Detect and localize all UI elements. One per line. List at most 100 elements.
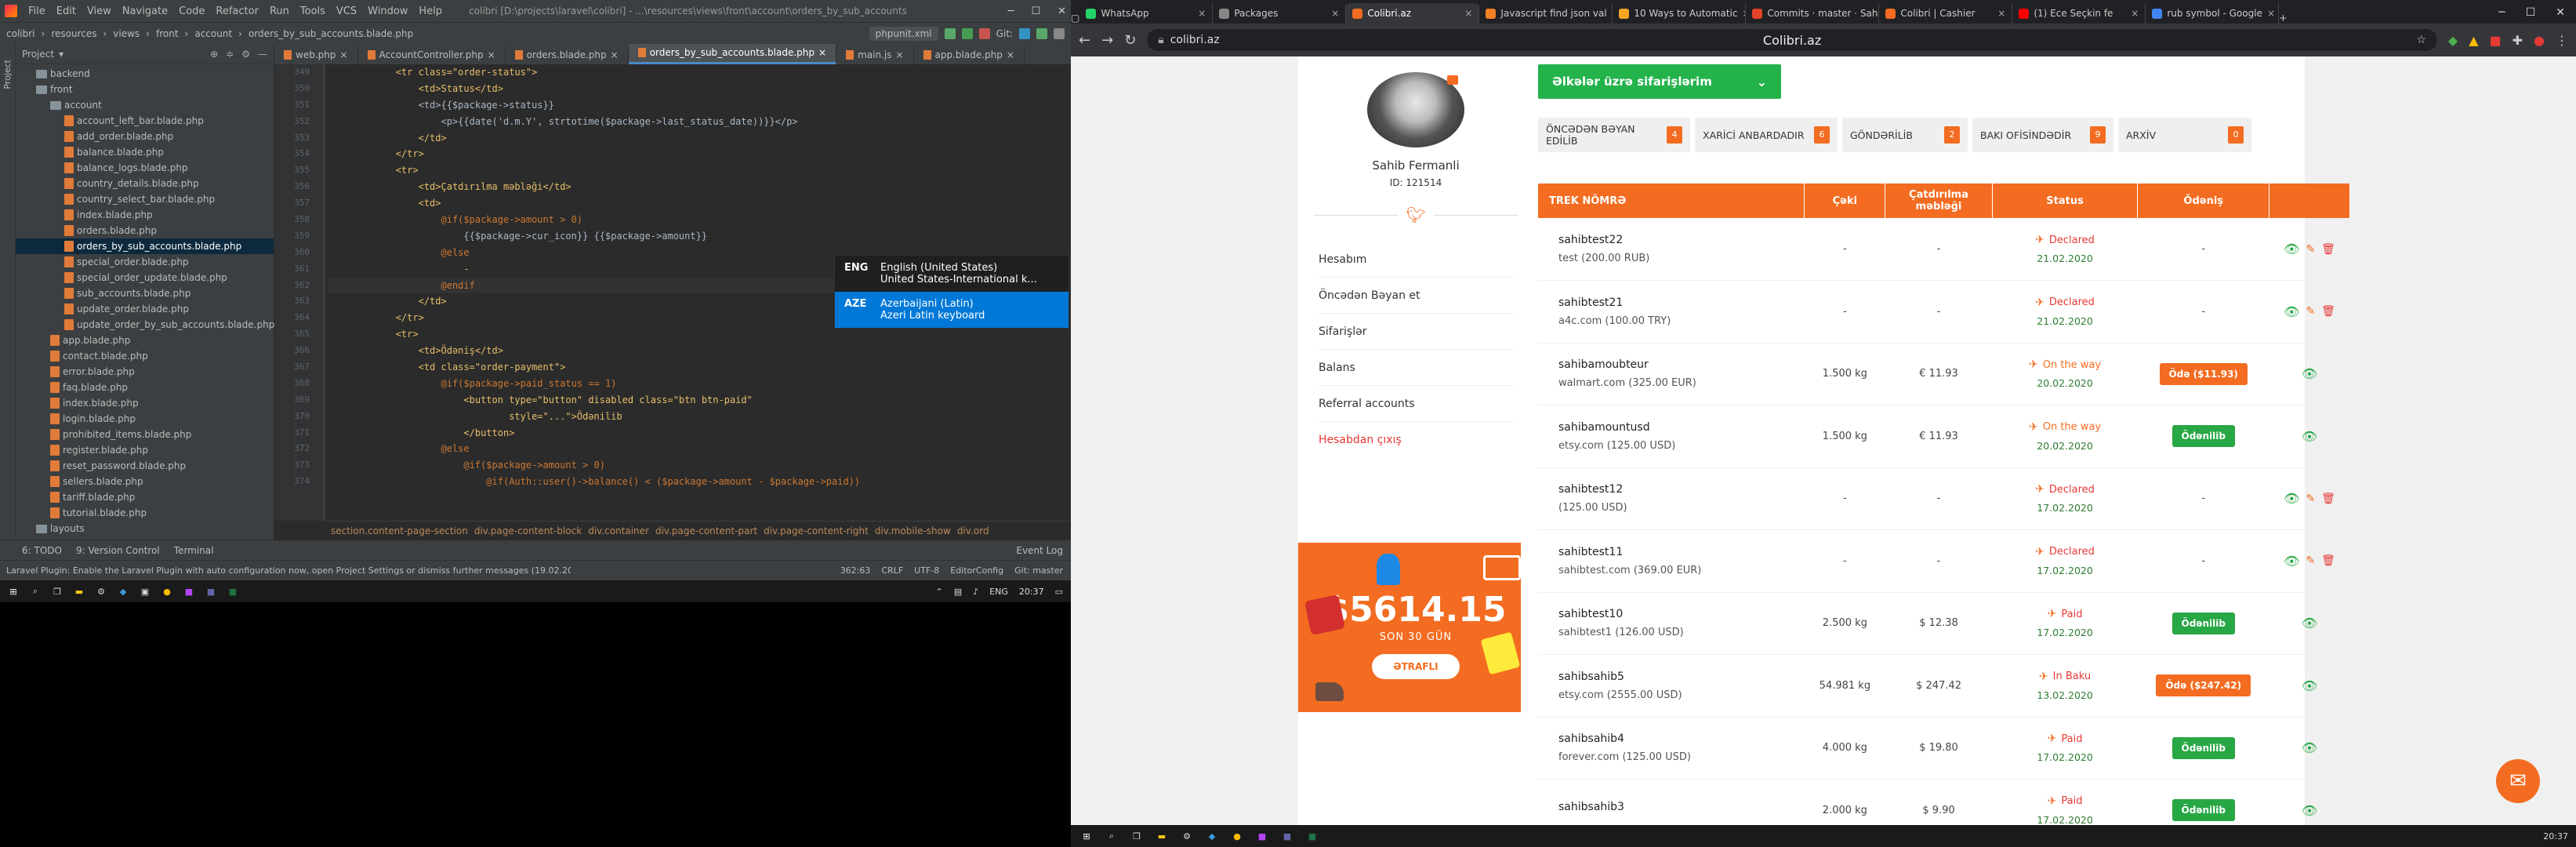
country-orders-dropdown[interactable]: Əlkələr üzrə sifarişlərim ⌄: [1538, 64, 1781, 99]
code-line[interactable]: <p>{{date('d.m.Y', strtotime($package->l…: [328, 114, 1060, 130]
stop-icon[interactable]: [978, 27, 990, 39]
delete-trash-icon[interactable]: 🗑︎: [2321, 493, 2335, 505]
chrome-icon[interactable]: ●: [1228, 827, 1246, 845]
tree-file[interactable]: country_details.blade.php: [16, 176, 274, 191]
code-line[interactable]: <td>{{$package->status}}: [328, 97, 1060, 114]
code-line[interactable]: </td>: [328, 130, 1060, 147]
git-commit-icon[interactable]: [1036, 27, 1047, 39]
breadcrumb-project[interactable]: colibri: [6, 28, 35, 39]
breadcrumb-views[interactable]: views: [113, 28, 140, 39]
view-eye-icon[interactable]: 👁︎: [2302, 366, 2317, 381]
editor-tab[interactable]: web.php ×: [274, 46, 358, 64]
close-icon[interactable]: ×: [895, 49, 903, 60]
search-icon[interactable]: [1054, 27, 1065, 39]
avatar[interactable]: [1367, 72, 1464, 147]
close-icon[interactable]: ×: [1464, 8, 1472, 19]
collapse-icon[interactable]: ≑: [226, 49, 234, 60]
delete-trash-icon[interactable]: 🗑︎: [2321, 554, 2335, 567]
menu-item-code[interactable]: Code: [179, 5, 205, 17]
event-log-button[interactable]: Event Log: [1016, 545, 1063, 556]
new-tab-icon[interactable]: +: [2279, 13, 2287, 24]
terminal-icon[interactable]: ▣: [136, 583, 154, 600]
tree-file[interactable]: update_order.blade.php: [16, 301, 274, 317]
browser-tab[interactable]: 10 Ways to Automatic×: [1613, 3, 1747, 24]
tree-file[interactable]: balance_logs.blade.php: [16, 160, 274, 176]
edit-pencil-icon[interactable]: ✎: [2306, 305, 2315, 318]
git-update-icon[interactable]: [1019, 27, 1030, 39]
menu-item-window[interactable]: Window: [368, 5, 408, 17]
view-eye-icon[interactable]: 👁︎: [2284, 242, 2299, 256]
gear-icon[interactable]: ⚙: [241, 49, 250, 60]
tree-folder[interactable]: front: [16, 82, 274, 97]
close-icon[interactable]: ✕: [1058, 5, 1066, 17]
browser-tab[interactable]: WhatsApp ×: [1079, 3, 1214, 24]
extension-drive-icon[interactable]: ▲: [2469, 33, 2478, 48]
track-number[interactable]: sahibamountusd: [1558, 421, 1805, 434]
menu-item-edit[interactable]: Edit: [56, 5, 76, 17]
tree-file[interactable]: contact.blade.php: [16, 348, 274, 364]
extension-puzzle-icon[interactable]: ✚: [2513, 33, 2523, 48]
status-filter[interactable]: ÖNCƏDƏN BƏYAN EDİLİB 4: [1538, 118, 1690, 152]
minimize-icon[interactable]: ─: [1008, 5, 1014, 17]
editor-tab[interactable]: main.js ×: [836, 46, 914, 64]
terminal-tool-button[interactable]: Terminal: [174, 545, 214, 556]
code-line[interactable]: @if(Auth::user()->balance() < ($package-…: [328, 474, 1060, 490]
extension-office-icon[interactable]: ■: [2490, 33, 2502, 48]
close-icon[interactable]: ✕: [2556, 6, 2565, 19]
browser-tab[interactable]: (1) Ece Seçkin fe ×: [2012, 3, 2146, 24]
track-number[interactable]: sahibamoubteur: [1558, 358, 1805, 371]
reload-icon[interactable]: ↻: [1124, 32, 1136, 49]
tab-search-icon[interactable]: ▢: [1071, 13, 1079, 24]
tree-file[interactable]: login.blade.php: [16, 411, 274, 427]
version-control-tool-button[interactable]: 9: Version Control: [76, 545, 160, 556]
chevron-down-icon[interactable]: ▾: [59, 49, 63, 60]
tree-file[interactable]: special_order_update.blade.php: [16, 270, 274, 285]
status-filter[interactable]: BAKI OFİSİNDƏDİR 9: [1972, 118, 2113, 152]
line-separator[interactable]: CRLF: [881, 565, 903, 576]
status-message[interactable]: Laravel Plugin: Enable the Laravel Plugi…: [6, 565, 571, 576]
edit-pencil-icon[interactable]: ✎: [2306, 554, 2315, 567]
browser-tab[interactable]: Javascript find json val×: [1479, 3, 1613, 24]
tree-folder[interactable]: account: [16, 97, 274, 113]
tree-folder[interactable]: backend: [16, 66, 274, 82]
code-line[interactable]: <tr class="order-status">: [328, 64, 1060, 81]
view-eye-icon[interactable]: 👁︎: [2302, 740, 2317, 755]
code-line[interactable]: <td>: [328, 195, 1060, 212]
close-icon[interactable]: ×: [1198, 8, 1206, 19]
code-line[interactable]: @if($package->paid_status == 1): [328, 376, 1060, 392]
close-icon[interactable]: ×: [339, 49, 347, 60]
track-number[interactable]: sahibsahib4: [1558, 732, 1805, 745]
search-icon[interactable]: ⌕: [27, 583, 44, 600]
locate-icon[interactable]: ⊕: [210, 49, 218, 60]
tree-file[interactable]: sellers.blade.php: [16, 474, 274, 489]
excel-icon[interactable]: ■: [224, 583, 241, 600]
browser-tab[interactable]: Colibri | Cashier ×: [1879, 3, 2013, 24]
close-icon[interactable]: ×: [1007, 49, 1014, 60]
view-eye-icon[interactable]: 👁︎: [2284, 304, 2299, 319]
code-line[interactable]: <td>Çatdırılma məbləği</td>: [328, 179, 1060, 195]
track-number[interactable]: sahibtest21: [1558, 296, 1805, 309]
keyboard-language[interactable]: ENG: [989, 587, 1008, 597]
breadcrumb-account[interactable]: account: [194, 28, 232, 39]
profile-avatar[interactable]: ●: [2534, 33, 2545, 48]
code-line[interactable]: <button type="button" disabled class="bt…: [328, 392, 1060, 409]
notification-icon[interactable]: ▭: [1055, 587, 1063, 597]
close-icon[interactable]: ×: [2131, 8, 2139, 19]
tree-file[interactable]: app.blade.php: [16, 333, 274, 348]
search-icon[interactable]: ⌕: [1102, 827, 1121, 845]
tree-file[interactable]: tariff.blade.php: [16, 489, 274, 505]
chrome-icon[interactable]: ●: [158, 583, 176, 600]
track-number[interactable]: sahibtest11: [1558, 546, 1805, 558]
sidebar-item[interactable]: Sifarişlər: [1319, 314, 1513, 350]
language-option[interactable]: AZE Azerbaijani (Latin) Azeri Latin keyboa…: [835, 292, 1068, 328]
settings-icon[interactable]: ⚙: [1177, 827, 1196, 845]
close-icon[interactable]: ×: [1331, 8, 1339, 19]
back-icon[interactable]: ←: [1079, 32, 1090, 49]
promo-details-button[interactable]: ƏTRAFLI: [1372, 654, 1460, 679]
pay-button[interactable]: Ödə ($247.42): [2156, 674, 2251, 697]
forward-icon[interactable]: →: [1101, 32, 1113, 49]
tree-folder[interactable]: layouts: [16, 521, 274, 536]
editor-tab[interactable]: orders_by_sub_accounts.blade.php ×: [628, 44, 837, 64]
close-icon[interactable]: ×: [818, 47, 826, 58]
menu-item-navigate[interactable]: Navigate: [122, 5, 168, 17]
